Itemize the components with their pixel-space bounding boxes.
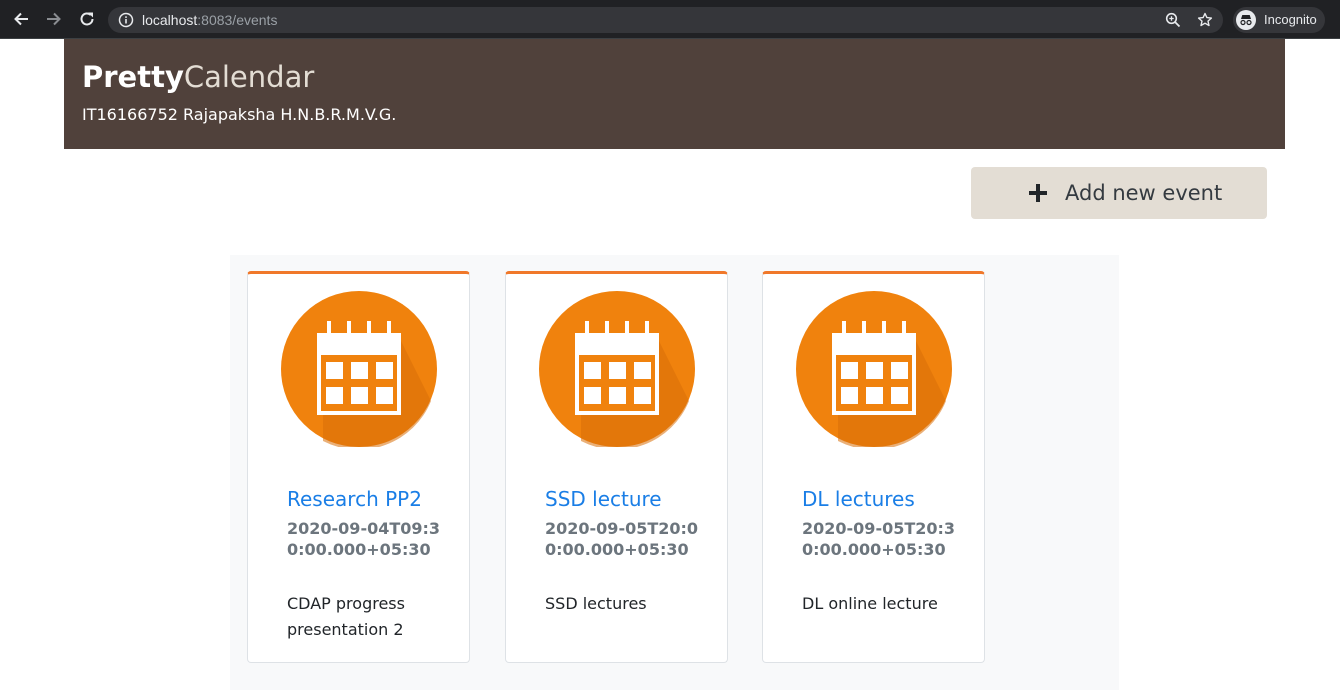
events-list: Research PP2 2020-09-04T09:30:00.000+05:… — [230, 255, 1119, 690]
event-description: CDAP progress presentation 2 — [287, 594, 405, 639]
brand-light: Calendar — [183, 60, 315, 94]
forward-button[interactable] — [43, 8, 65, 30]
event-title-link[interactable]: SSD lecture — [545, 486, 662, 512]
event-card[interactable]: Research PP2 2020-09-04T09:30:00.000+05:… — [247, 271, 470, 663]
calendar-icon — [539, 291, 695, 447]
back-arrow-icon — [14, 12, 28, 26]
reload-icon — [80, 12, 94, 26]
event-date: 2020-09-05T20:00:00.000+05:30 — [545, 519, 699, 559]
brand-logo[interactable]: PrettyCalendar — [82, 59, 314, 95]
calendar-icon — [796, 291, 952, 447]
header-subtitle: IT16166752 Rajapaksha H.N.B.R.M.V.G. — [82, 105, 397, 124]
bookmark-button[interactable] — [1196, 11, 1214, 29]
incognito-icon — [1236, 10, 1256, 30]
event-description: SSD lectures — [545, 594, 647, 613]
plus-icon — [1029, 184, 1047, 202]
zoom-button[interactable] — [1164, 11, 1182, 29]
app-header: PrettyCalendar IT16166752 Rajapaksha H.N… — [64, 39, 1285, 149]
calendar-icon — [281, 291, 437, 447]
add-new-event-button[interactable]: Add new event — [971, 167, 1267, 219]
event-date: 2020-09-05T20:30:00.000+05:30 — [802, 519, 956, 559]
brand-bold: Pretty — [82, 60, 184, 94]
add-new-event-label: Add new event — [1065, 181, 1223, 205]
back-button[interactable] — [10, 8, 32, 30]
info-icon[interactable] — [118, 12, 134, 28]
profile-label: Incognito — [1264, 12, 1317, 27]
url-host: localhost — [142, 12, 198, 28]
zoom-icon — [1165, 12, 1181, 28]
address-bar[interactable]: localhost:8083/events — [108, 7, 1223, 33]
url-text: localhost:8083/events — [142, 12, 277, 28]
event-description: DL online lecture — [802, 594, 938, 613]
event-card[interactable]: DL lectures 2020-09-05T20:30:00.000+05:3… — [762, 271, 985, 663]
profile-button[interactable]: Incognito — [1233, 7, 1325, 33]
star-icon — [1197, 12, 1213, 27]
event-title-link[interactable]: DL lectures — [802, 486, 915, 512]
event-card[interactable]: SSD lecture 2020-09-05T20:00:00.000+05:3… — [505, 271, 728, 663]
forward-arrow-icon — [47, 12, 61, 26]
event-title-link[interactable]: Research PP2 — [287, 486, 422, 512]
browser-toolbar: localhost:8083/events Incognito — [0, 0, 1340, 39]
event-date: 2020-09-04T09:30:00.000+05:30 — [287, 519, 441, 559]
reload-button[interactable] — [76, 8, 98, 30]
url-path: :8083/events — [197, 12, 278, 28]
